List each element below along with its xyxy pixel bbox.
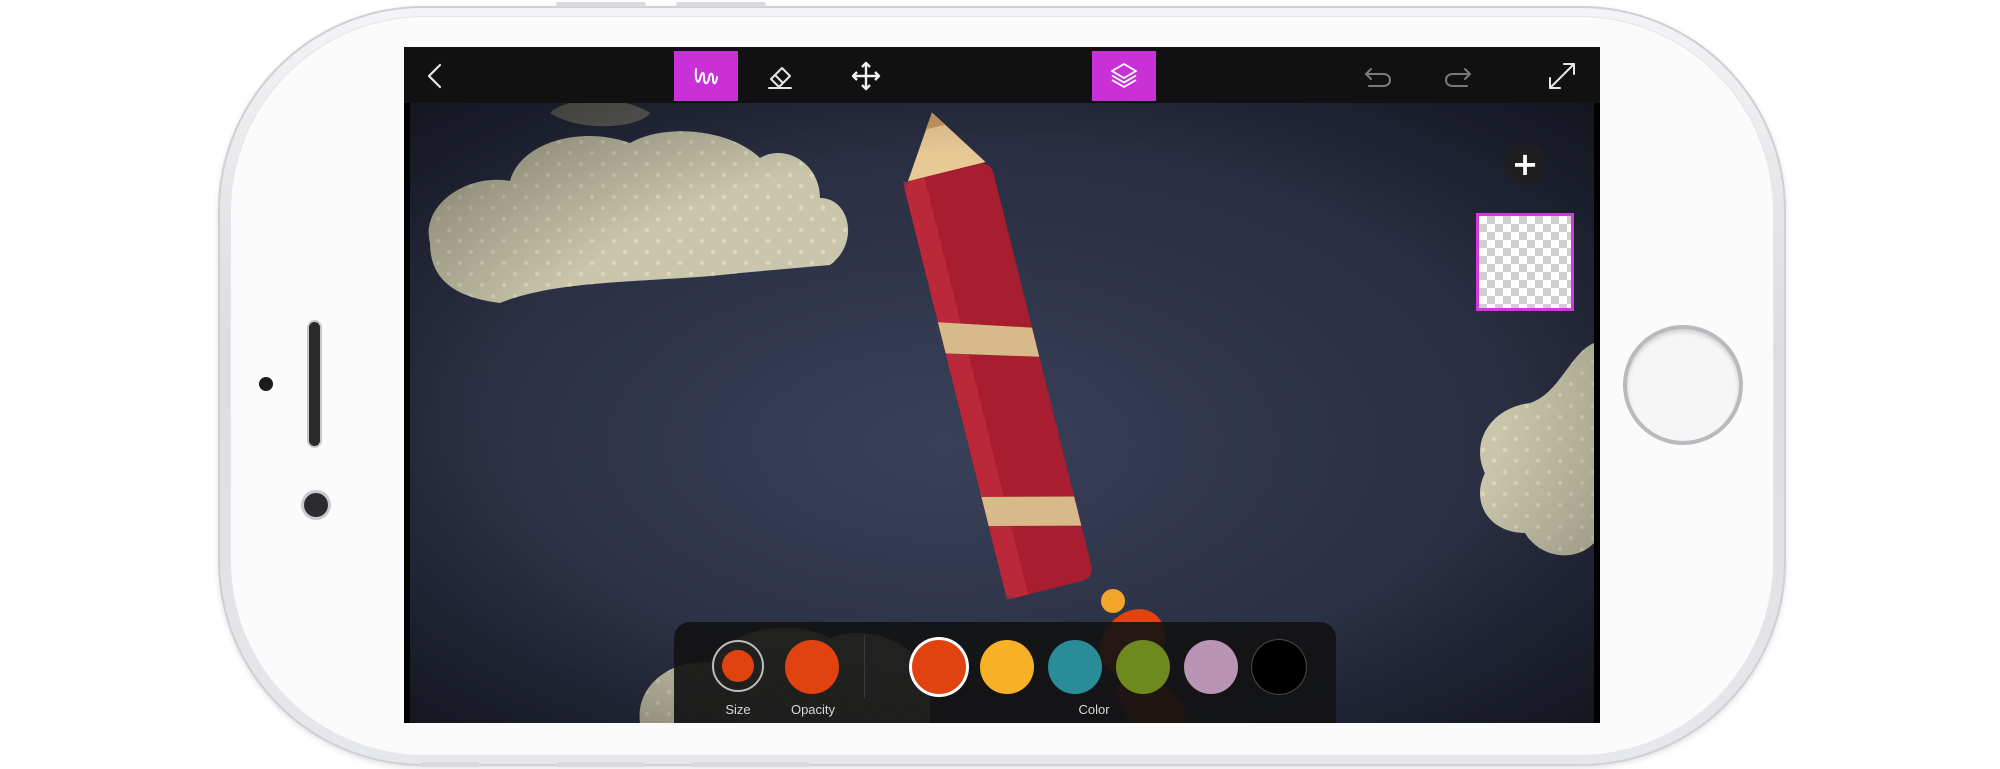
color-swatch[interactable] <box>1184 640 1238 694</box>
back-button[interactable] <box>404 51 468 101</box>
chevron-left-icon <box>427 63 442 89</box>
plus-icon: + <box>1511 145 1539 183</box>
volume-button-top <box>556 2 646 7</box>
layers-icon <box>1111 63 1137 88</box>
add-layer-button[interactable]: + <box>1504 143 1546 185</box>
layers-button[interactable] <box>1092 51 1156 101</box>
color-label: Color <box>1078 702 1110 717</box>
palette-divider <box>864 636 865 698</box>
home-button[interactable] <box>1627 329 1739 441</box>
layer-thumbnail[interactable] <box>1476 213 1574 311</box>
color-swatch[interactable] <box>912 640 966 694</box>
brush-size-button[interactable] <box>712 640 764 692</box>
redo-button[interactable] <box>1426 51 1490 101</box>
opacity-label: Opacity <box>790 702 836 717</box>
brush-squiggle-icon <box>694 68 718 85</box>
brush-opacity-button[interactable] <box>785 640 839 694</box>
app-screen: + Size Opacity Color <box>404 47 1600 723</box>
color-swatch[interactable] <box>1116 640 1170 694</box>
power-button <box>556 762 646 767</box>
move-arrows-icon <box>851 61 881 91</box>
color-swatch[interactable] <box>1252 640 1306 694</box>
mute-switch <box>420 762 480 767</box>
color-swatch[interactable] <box>980 640 1034 694</box>
volume-button-bottom <box>676 2 766 7</box>
eraser-icon <box>768 67 792 89</box>
earpiece-speaker <box>309 322 320 446</box>
size-label: Size <box>725 702 751 717</box>
expand-icon <box>1549 63 1575 89</box>
redo-icon <box>1444 68 1471 87</box>
move-tool-button[interactable] <box>834 51 898 101</box>
front-camera <box>304 493 328 517</box>
proximity-sensor <box>259 377 273 391</box>
undo-button[interactable] <box>1346 51 1410 101</box>
brush-size-preview <box>722 650 754 682</box>
eraser-tool-button[interactable] <box>748 51 812 101</box>
top-toolbar <box>404 47 1600 103</box>
brush-tool-button[interactable] <box>674 51 738 101</box>
undo-icon <box>1365 68 1392 87</box>
brush-palette: Size Opacity Color <box>674 622 1336 723</box>
side-button <box>690 762 810 767</box>
fullscreen-button[interactable] <box>1530 51 1594 101</box>
color-swatch[interactable] <box>1048 640 1102 694</box>
